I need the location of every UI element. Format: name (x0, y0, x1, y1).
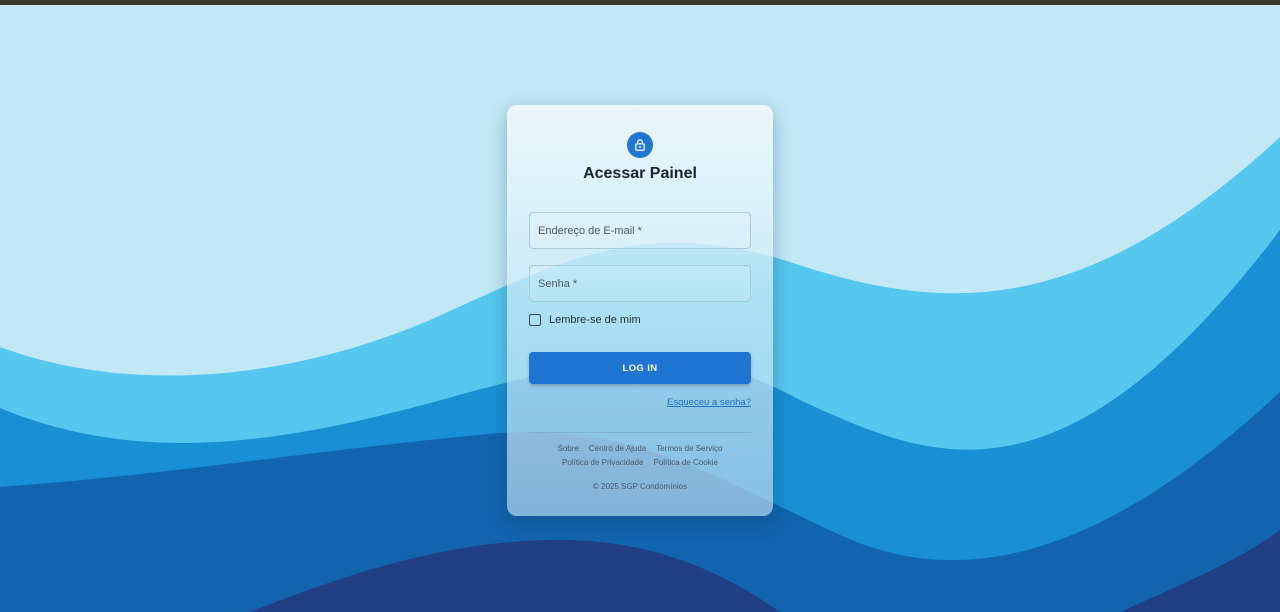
copyright-text: © 2025 SGP Condomínios (592, 482, 688, 491)
footer-link-terms[interactable]: Termos de Serviço (656, 444, 722, 453)
page-title: Acessar Painel (583, 165, 697, 182)
forgot-password-link[interactable]: Esqueceu a senha? (667, 397, 751, 408)
footer-divider (529, 432, 751, 433)
lock-badge (627, 132, 653, 158)
password-field-label: Senha * (538, 277, 578, 290)
remember-me-checkbox[interactable] (529, 314, 541, 326)
login-button[interactable]: LOG IN (529, 352, 751, 384)
lock-icon (635, 139, 645, 151)
footer-links-row-1: Sobre Centro de Ajuda Termos de Serviço (507, 444, 773, 453)
footer-link-help-center[interactable]: Centro de Ajuda (589, 444, 646, 453)
footer-link-cookie[interactable]: Política de Cookie (653, 458, 717, 467)
email-field[interactable]: Endereço de E-mail * (529, 212, 751, 249)
remember-me-option[interactable]: Lembre-se de mim (529, 314, 641, 326)
footer-link-privacy[interactable]: Política de Privacidade (562, 458, 643, 467)
password-field[interactable]: Senha * (529, 265, 751, 302)
remember-me-label[interactable]: Lembre-se de mim (549, 314, 641, 326)
footer-links-row-2: Política de Privacidade Política de Cook… (507, 458, 773, 467)
email-field-label: Endereço de E-mail * (538, 224, 642, 237)
footer-link-about[interactable]: Sobre (558, 444, 579, 453)
login-card: Acessar Painel Endereço de E-mail * Senh… (507, 105, 773, 516)
top-border (0, 0, 1280, 5)
login-page: Acessar Painel Endereço de E-mail * Senh… (0, 0, 1280, 612)
